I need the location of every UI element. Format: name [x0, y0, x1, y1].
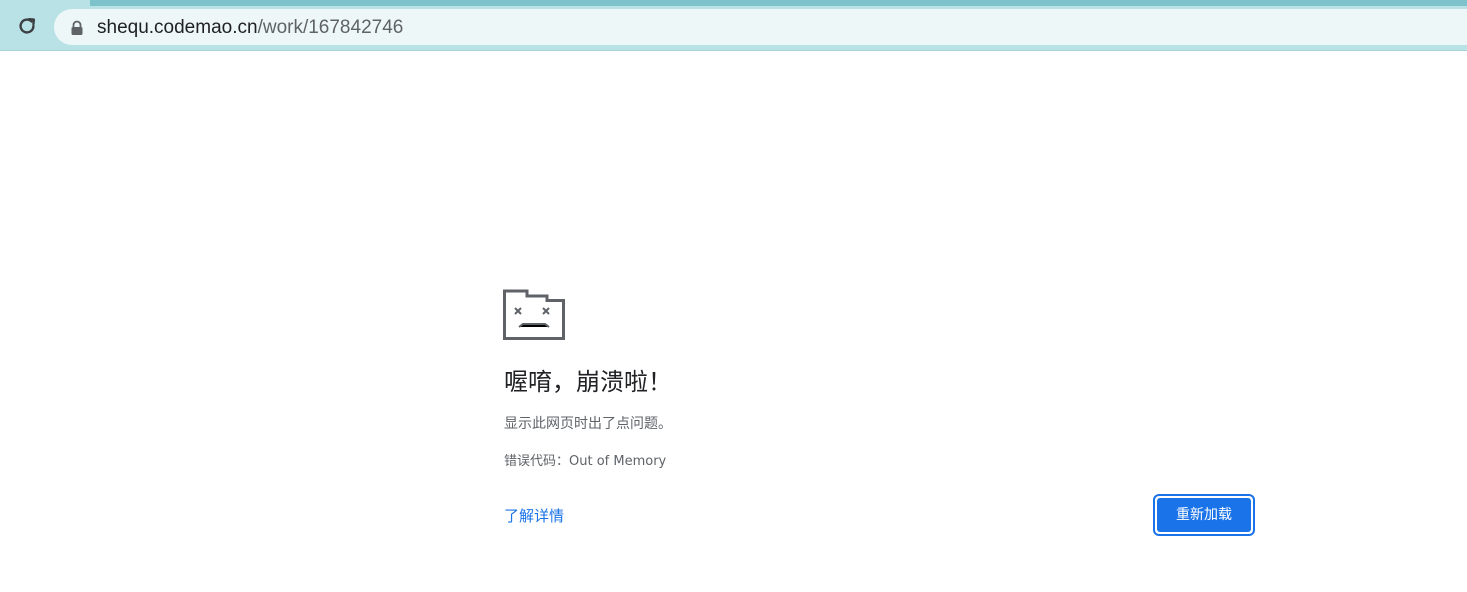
error-code: 错误代码：Out of Memory	[504, 454, 667, 469]
url-domain: shequ.codemao.cn	[97, 17, 258, 38]
error-title: 喔唷，崩溃啦！	[504, 368, 672, 396]
learn-more-link[interactable]: 了解详情	[504, 506, 564, 526]
reload-button-label: 重新加载	[1157, 498, 1251, 532]
address-bar[interactable]: shequ.codemao.cn/work/167842746	[54, 9, 1467, 45]
url-text[interactable]: shequ.codemao.cn/work/167842746	[97, 17, 403, 39]
reload-icon[interactable]	[12, 11, 42, 41]
browser-toolbar: shequ.codemao.cn/work/167842746	[0, 0, 1467, 51]
url-path: /work/167842746	[257, 17, 404, 38]
tab-strip	[90, 0, 1467, 6]
error-description: 显示此网页时出了点问题。	[504, 416, 672, 432]
reload-button[interactable]: 重新加载	[1153, 494, 1255, 536]
sad-folder-icon	[503, 289, 565, 340]
lock-icon[interactable]	[70, 20, 84, 36]
